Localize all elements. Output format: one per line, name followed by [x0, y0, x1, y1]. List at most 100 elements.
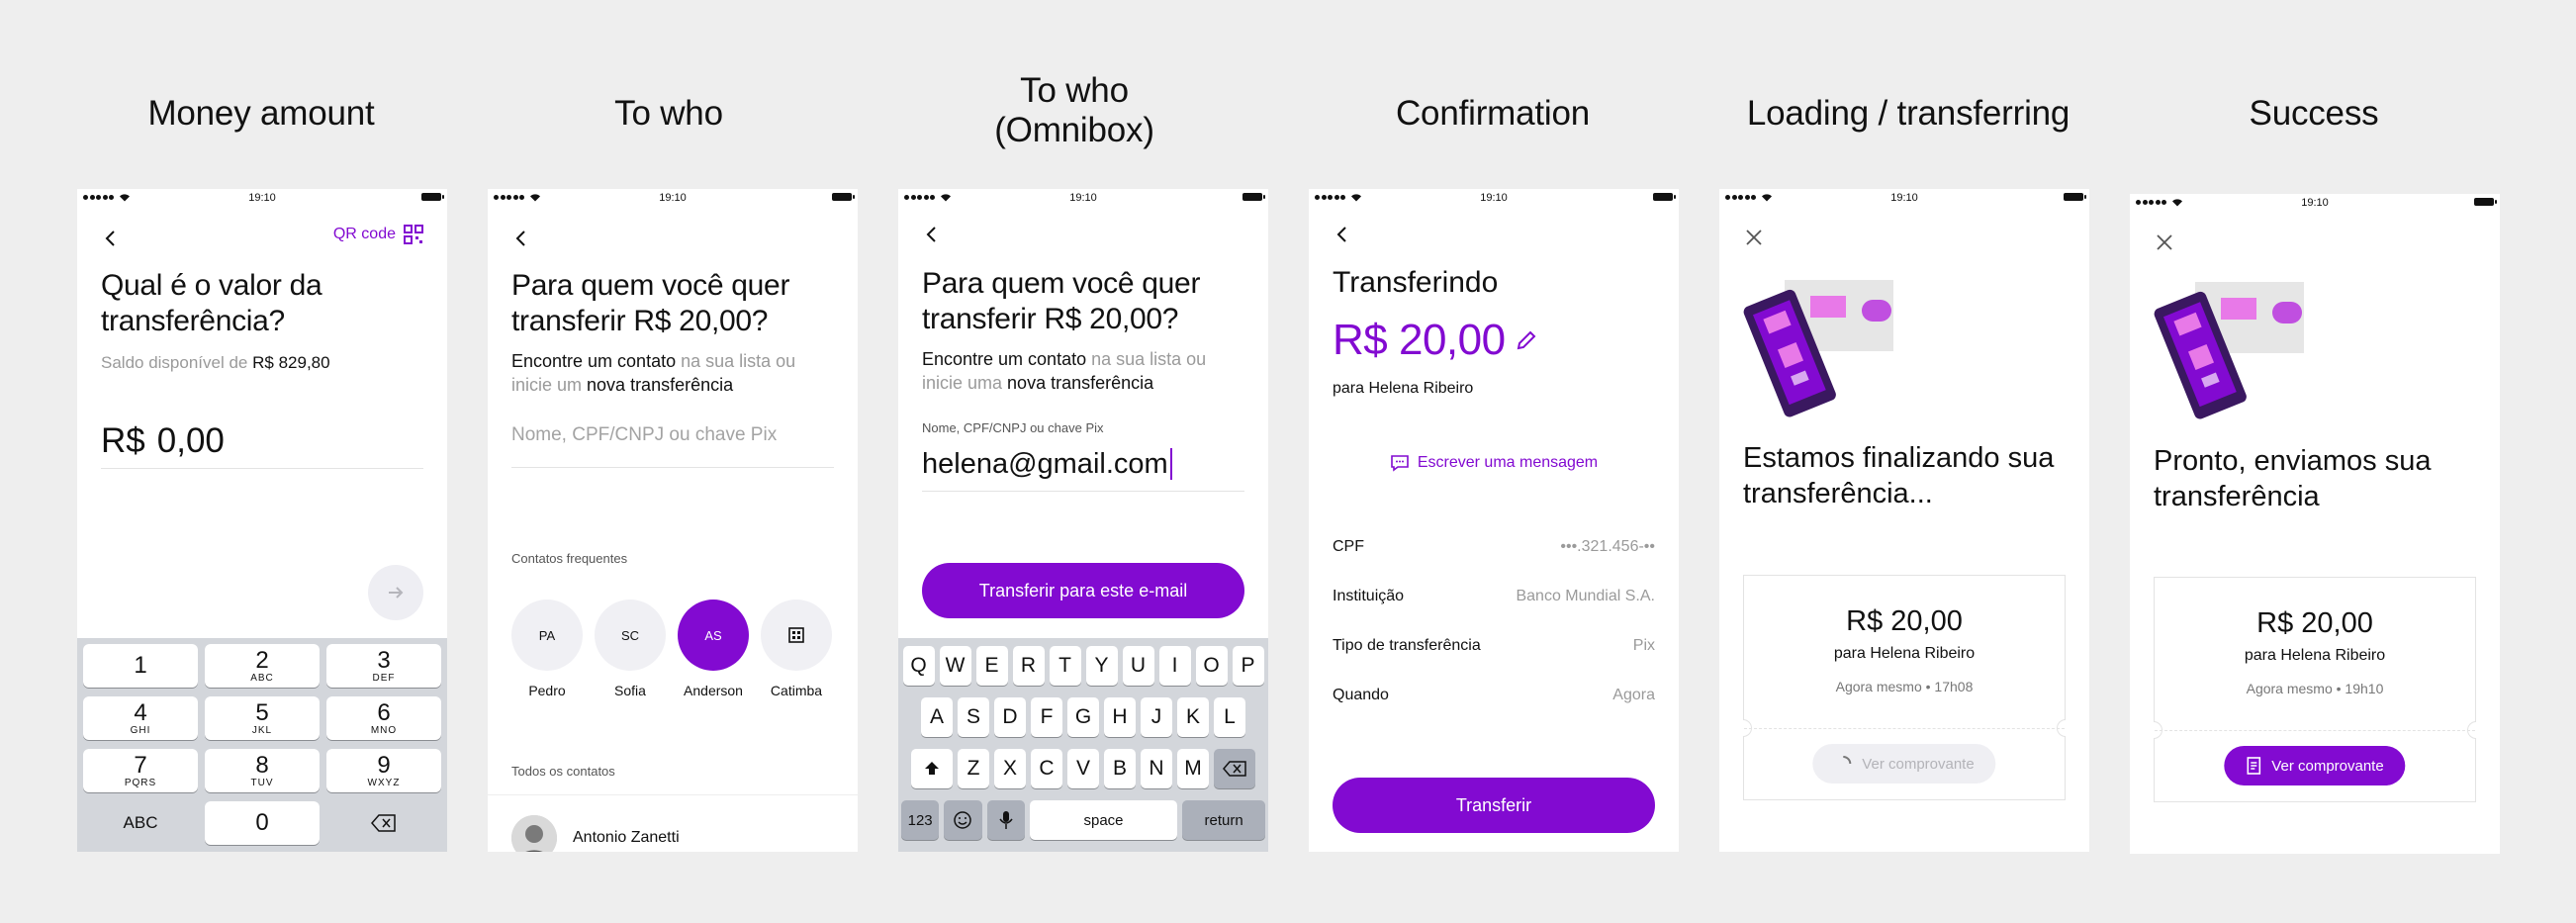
- avatar: SC: [595, 600, 666, 671]
- contact-name: Anderson: [684, 683, 743, 698]
- key-9[interactable]: 9 WXYZ: [326, 749, 441, 792]
- close-icon[interactable]: [2154, 231, 2175, 253]
- amount-value: R$ 20,00: [1333, 316, 1506, 364]
- emoji-icon: [954, 811, 972, 829]
- contact-row[interactable]: Antonio Zanetti: [511, 815, 680, 852]
- frequent-contacts-list: PA Pedro SC Sofia AS Anderson Catimba: [511, 600, 832, 698]
- contact-sofia[interactable]: SC Sofia: [595, 600, 666, 698]
- close-icon[interactable]: [1743, 227, 1765, 248]
- status-bar: 19:10: [1719, 189, 2089, 207]
- view-receipt-button[interactable]: Ver comprovante: [2224, 746, 2406, 785]
- column-title-money-amount: Money amount: [147, 94, 375, 133]
- key-shift[interactable]: [911, 749, 953, 788]
- key-4[interactable]: 4 GHI: [83, 696, 198, 740]
- key-delete[interactable]: [326, 801, 441, 845]
- key-z[interactable]: Z: [958, 749, 989, 788]
- key-s[interactable]: S: [958, 697, 989, 737]
- key-g[interactable]: G: [1067, 697, 1099, 737]
- key-emoji[interactable]: [944, 800, 982, 840]
- write-message-label: Escrever uma mensagem: [1417, 454, 1599, 471]
- key-b[interactable]: B: [1104, 749, 1136, 788]
- write-message-link[interactable]: Escrever uma mensagem: [1309, 454, 1679, 472]
- arrow-right-icon: [389, 587, 404, 599]
- spinner-icon: [1843, 756, 1852, 765]
- key-j[interactable]: J: [1141, 697, 1172, 737]
- column-title-to-who-omnibox: To who (Omnibox): [994, 71, 1154, 149]
- view-receipt-label: Ver comprovante: [1862, 755, 1975, 773]
- key-2[interactable]: 2 ABC: [205, 644, 320, 688]
- page-title: Transferindo: [1333, 266, 1499, 299]
- frequent-contacts-label: Contatos frequentes: [511, 551, 628, 566]
- key-a[interactable]: A: [921, 697, 953, 737]
- key-r[interactable]: R: [1012, 646, 1045, 686]
- key-8[interactable]: 8 TUV: [205, 749, 320, 792]
- instruction-text: Encontre um contato na sua lista ou inic…: [511, 351, 796, 395]
- key-f[interactable]: F: [1031, 697, 1062, 737]
- view-receipt-label: Ver comprovante: [2271, 757, 2384, 775]
- receipt-recipient: para Helena Ribeiro: [1833, 645, 1976, 662]
- key-m[interactable]: M: [1177, 749, 1209, 788]
- key-6[interactable]: 6 MNO: [326, 696, 441, 740]
- contact-anderson[interactable]: AS Anderson: [678, 600, 749, 698]
- status-bar: 19:10: [77, 189, 447, 207]
- screen-to-who-omnibox: 19:10 Para quem você quer transferir R$ …: [898, 189, 1268, 852]
- key-dictation[interactable]: [986, 800, 1025, 840]
- next-button[interactable]: [368, 565, 423, 620]
- key-e[interactable]: E: [975, 646, 1008, 686]
- key-w[interactable]: W: [939, 646, 971, 686]
- key-d[interactable]: D: [994, 697, 1026, 737]
- key-o[interactable]: O: [1195, 646, 1228, 686]
- balance-value: R$ 829,80: [252, 353, 330, 372]
- transfer-button[interactable]: Transferir: [1333, 778, 1655, 833]
- key-u[interactable]: U: [1122, 646, 1154, 686]
- screen-confirmation: 19:10 Transferindo R$ 20,00 para Helena …: [1309, 189, 1679, 852]
- key-k[interactable]: K: [1177, 697, 1209, 737]
- key-numbers[interactable]: 123: [901, 800, 940, 840]
- currency-symbol: R$: [101, 421, 145, 460]
- status-time: 19:10: [659, 192, 687, 204]
- key-t[interactable]: T: [1049, 646, 1081, 686]
- key-q[interactable]: Q: [902, 646, 935, 686]
- transfer-to-email-button[interactable]: Transferir para este e-mail: [922, 563, 1244, 618]
- key-c[interactable]: C: [1031, 749, 1062, 788]
- recipient-search-input[interactable]: Nome, CPF/CNPJ ou chave Pix: [511, 424, 834, 468]
- key-0[interactable]: 0: [205, 801, 320, 845]
- key-1[interactable]: 1: [83, 644, 198, 688]
- key-x[interactable]: X: [994, 749, 1026, 788]
- key-3[interactable]: 3 DEF: [326, 644, 441, 688]
- key-v[interactable]: V: [1067, 749, 1099, 788]
- pencil-icon[interactable]: [1516, 329, 1537, 351]
- key-l[interactable]: L: [1214, 697, 1245, 737]
- qr-code-button[interactable]: QR code: [333, 225, 423, 244]
- key-h[interactable]: H: [1104, 697, 1136, 737]
- back-arrow-icon[interactable]: [922, 225, 942, 244]
- view-receipt-button: Ver comprovante: [1812, 744, 1996, 784]
- key-p[interactable]: P: [1232, 646, 1264, 686]
- back-arrow-icon[interactable]: [101, 229, 121, 248]
- amount-value: 0,00: [156, 421, 225, 460]
- key-n[interactable]: N: [1141, 749, 1172, 788]
- key-space[interactable]: space: [1029, 800, 1178, 840]
- battery-icon: [832, 193, 855, 201]
- back-arrow-icon[interactable]: [511, 229, 531, 248]
- key-y[interactable]: Y: [1085, 646, 1118, 686]
- recipient-input[interactable]: helena@gmail.com: [922, 448, 1244, 492]
- status-title: Pronto, enviamos sua transferência: [2154, 445, 2432, 512]
- key-delete[interactable]: [1214, 749, 1255, 788]
- receipt-time: Agora mesmo • 17h08: [1835, 679, 1974, 694]
- receipt-card: R$ 20,00 para Helena Ribeiro Agora mesmo…: [2154, 577, 2476, 802]
- key-abc[interactable]: ABC: [83, 801, 198, 845]
- key-5[interactable]: 5 JKL: [205, 696, 320, 740]
- contact-name: Catimba: [770, 683, 823, 698]
- contact-catimba[interactable]: Catimba: [761, 600, 832, 698]
- instruction-text: Encontre um contato na sua lista ou inic…: [922, 349, 1207, 393]
- transfer-amount[interactable]: R$ 20,00: [1333, 316, 1537, 365]
- back-arrow-icon[interactable]: [1333, 225, 1352, 244]
- contact-pedro[interactable]: PA Pedro: [511, 600, 583, 698]
- key-i[interactable]: I: [1158, 646, 1191, 686]
- all-contacts-label: Todos os contatos: [511, 764, 615, 779]
- amount-input[interactable]: R$ 0,00: [101, 421, 423, 469]
- key-7[interactable]: 7 PQRS: [83, 749, 198, 792]
- key-return[interactable]: return: [1182, 800, 1266, 840]
- status-time: 19:10: [1069, 192, 1097, 204]
